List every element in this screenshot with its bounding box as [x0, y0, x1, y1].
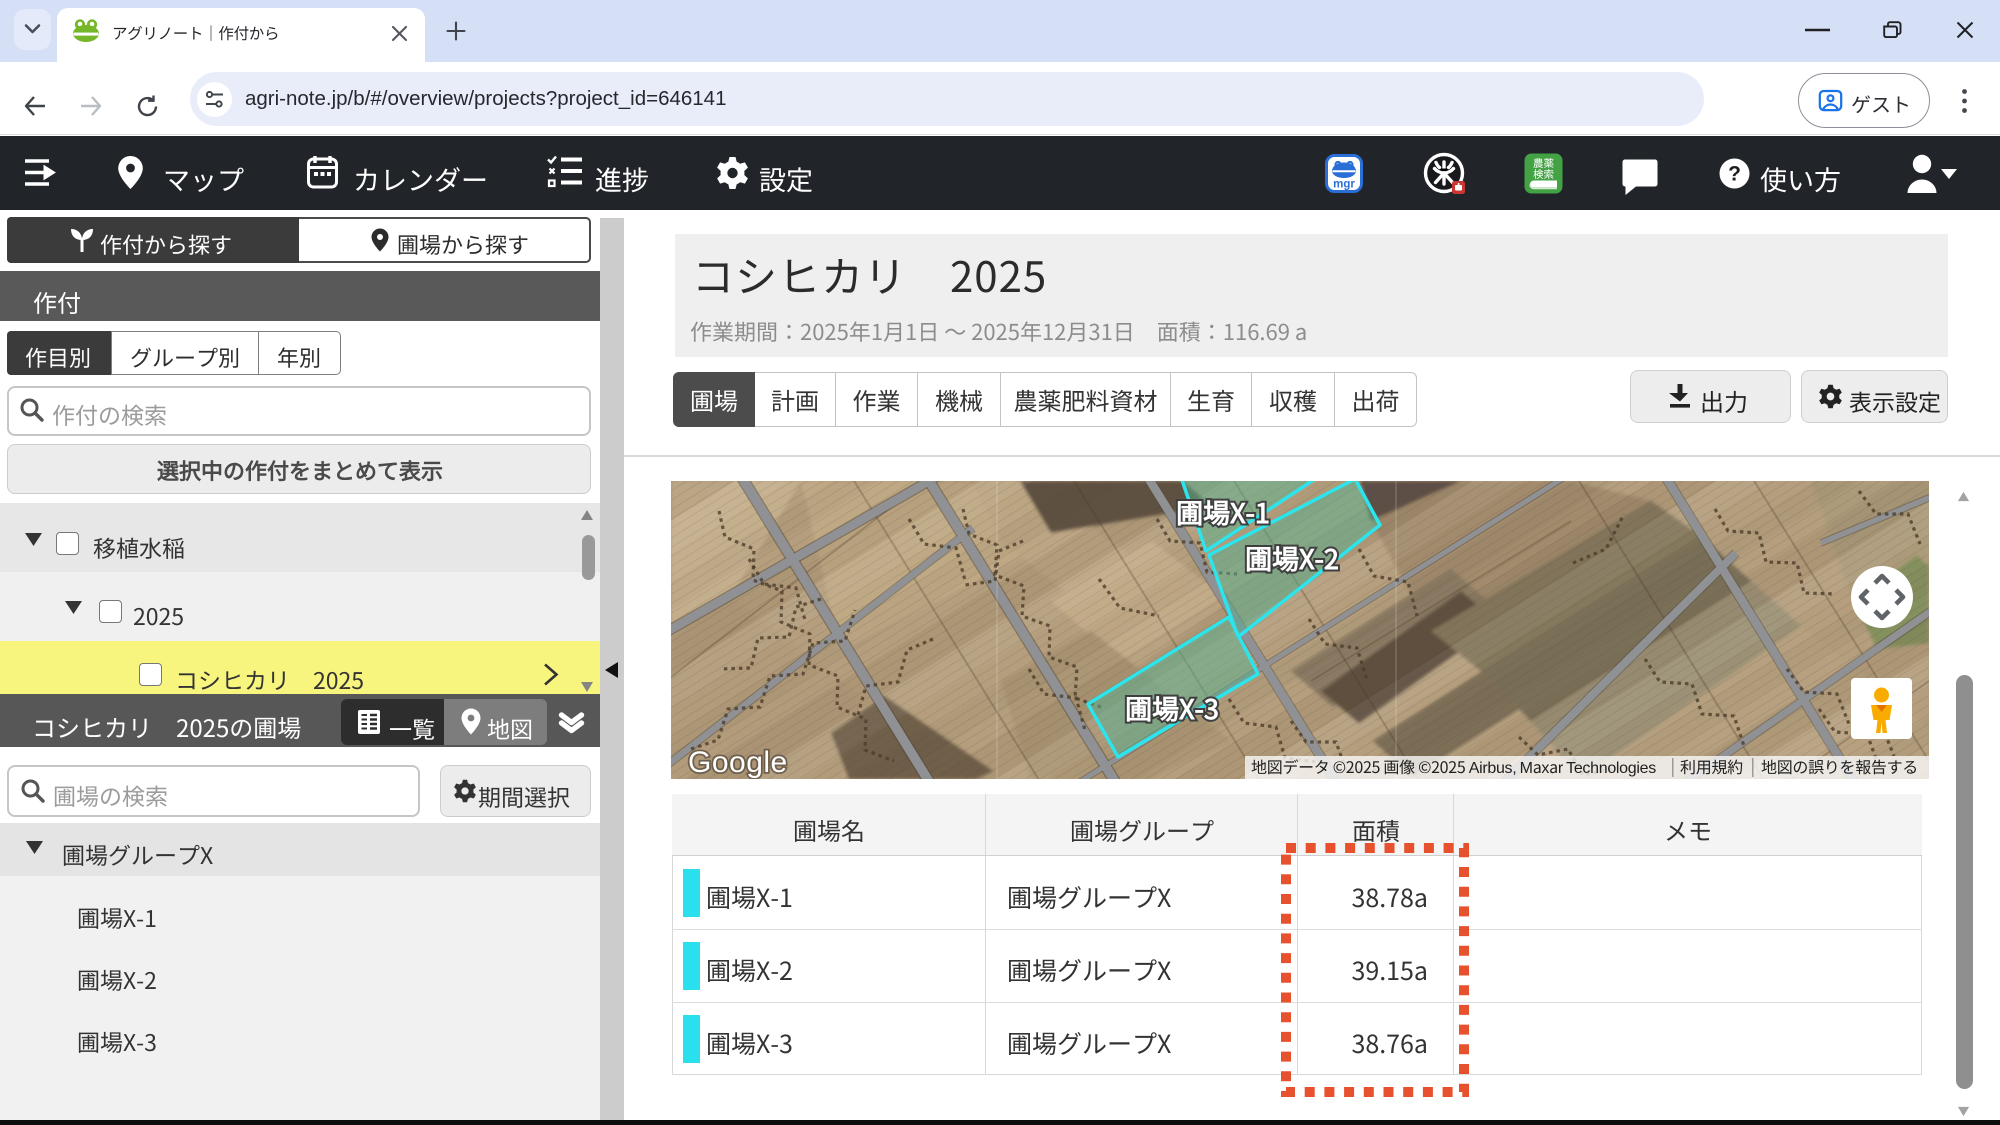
- svg-text:Google: Google: [688, 746, 788, 779]
- svg-text:圃場X-1: 圃場X-1: [1176, 492, 1270, 531]
- svg-text:?: ?: [1728, 163, 1741, 186]
- svg-text:mgr: mgr: [1333, 179, 1355, 191]
- svg-text:地図の誤りを報告する: 地図の誤りを報告する: [1761, 754, 1918, 778]
- svg-text:利用規約: 利用規約: [1680, 754, 1743, 778]
- svg-text:圃場X-2: 圃場X-2: [1245, 538, 1339, 577]
- svg-text:地図データ ©2025 画像 ©2025 Airbus, M: 地図データ ©2025 画像 ©2025 Airbus, Maxar Techn…: [1251, 754, 1656, 778]
- svg-text:検索: 検索: [1533, 167, 1554, 182]
- svg-text:圃場X-3: 圃場X-3: [1125, 688, 1219, 727]
